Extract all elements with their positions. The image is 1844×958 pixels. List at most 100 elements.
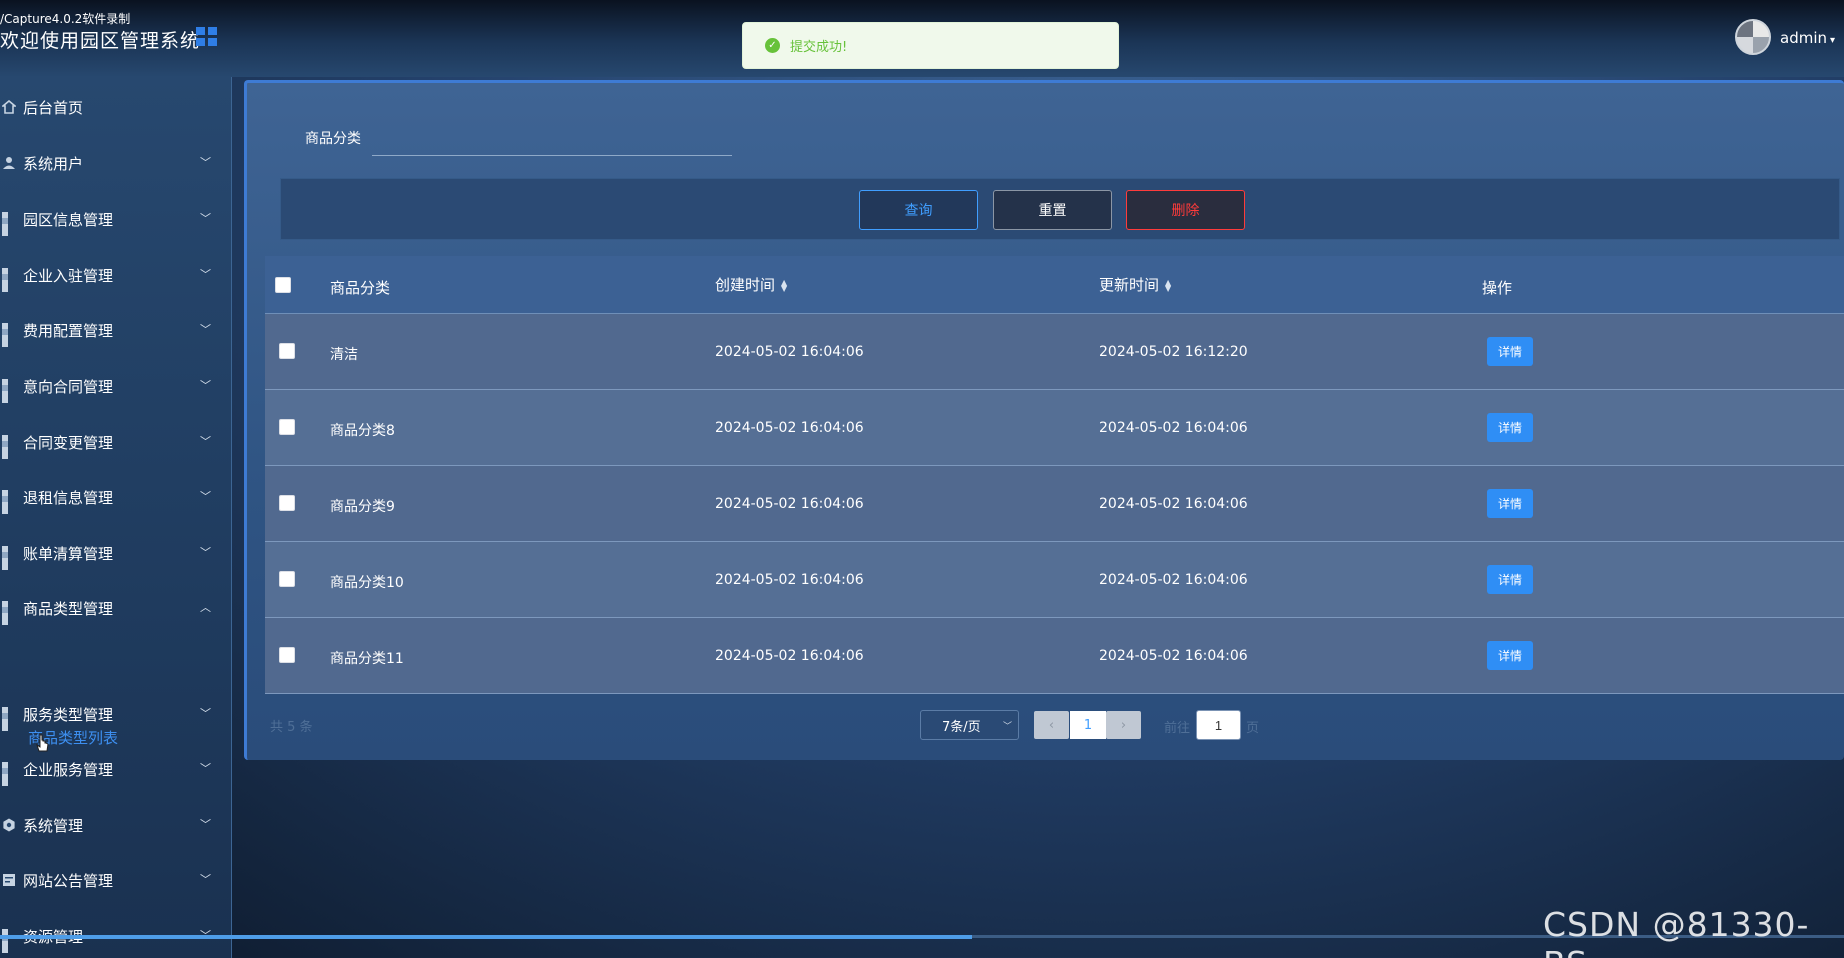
horizontal-scrollbar-thumb[interactable] <box>0 935 972 939</box>
grid-icon <box>2 601 16 625</box>
prev-page-button[interactable]: ‹ <box>1034 711 1069 739</box>
chevron-down-icon: ﹀ <box>200 873 211 886</box>
header-updated-time[interactable]: 更新时间 ▲ ▼ <box>1099 274 1171 295</box>
query-button[interactable]: 查询 <box>859 190 978 230</box>
sidebar-item-label: 费用配置管理 <box>23 321 114 340</box>
chevron-down-icon: ﹀ <box>200 156 211 169</box>
row-checkbox[interactable] <box>279 495 295 511</box>
sidebar: 后台首页 系统用户 ﹀ 园区信息管理 ﹀ 企业入驻管理 ﹀ 费用配置管理 ﹀ 意… <box>0 77 232 958</box>
chevron-down-icon: ﹀ <box>200 435 211 448</box>
grid-icon <box>2 379 16 403</box>
chevron-down-icon: ▾ <box>1830 35 1836 46</box>
sidebar-item-label: 系统管理 <box>23 816 84 835</box>
chevron-right-icon: › <box>1120 717 1127 733</box>
row-checkbox[interactable] <box>279 571 295 587</box>
sort-icon[interactable]: ▲ ▼ <box>781 278 787 292</box>
header-created-time[interactable]: 创建时间 ▲ ▼ <box>715 274 787 295</box>
avatar[interactable] <box>1735 19 1771 55</box>
detail-button[interactable]: 详情 <box>1487 641 1533 670</box>
sidebar-item-system-management[interactable]: 系统管理 ﹀ <box>0 805 231 845</box>
cell-updated-time: 2024-05-02 16:04:06 <box>1099 496 1248 512</box>
detail-button[interactable]: 详情 <box>1487 337 1533 366</box>
cell-created-time: 2024-05-02 16:04:06 <box>715 344 864 360</box>
user-icon <box>3 157 15 169</box>
sidebar-item-contract-change[interactable]: 合同变更管理 ﹀ <box>0 422 231 462</box>
gear-icon <box>3 818 15 832</box>
grid-icon <box>2 707 16 731</box>
sidebar-item-intent-contract[interactable]: 意向合同管理 ﹀ <box>0 366 231 406</box>
goto-page-input[interactable] <box>1196 710 1241 740</box>
sidebar-item-label: 园区信息管理 <box>23 210 114 229</box>
chevron-up-icon: ︿ <box>200 601 211 614</box>
sidebar-item-enterprise-entry[interactable]: 企业入驻管理 ﹀ <box>0 255 231 295</box>
table-row: 商品分类10 2024-05-02 16:04:06 2024-05-02 16… <box>265 542 1844 618</box>
header-updated-label: 更新时间 <box>1099 276 1160 294</box>
chevron-down-icon: ﹀ <box>200 490 211 503</box>
sidebar-item-park-info[interactable]: 园区信息管理 ﹀ <box>0 199 231 239</box>
table-row: 商品分类11 2024-05-02 16:04:06 2024-05-02 16… <box>265 618 1844 694</box>
goto-label: 前往 <box>1164 721 1191 736</box>
user-name-label: admin <box>1780 29 1827 47</box>
table-header: 商品分类 创建时间 ▲ ▼ 更新时间 ▲ ▼ 操作 <box>265 256 1844 314</box>
chevron-down-icon: ﹀ <box>200 268 211 281</box>
sidebar-item-label: 企业入驻管理 <box>23 266 114 285</box>
check-circle-icon: ✓ <box>765 38 780 53</box>
sidebar-item-goods-type[interactable]: 商品类型管理 ︿ <box>0 588 231 628</box>
sidebar-item-label: 网站公告管理 <box>23 871 114 890</box>
category-search-input[interactable] <box>372 118 732 156</box>
chevron-down-icon: ﹀ <box>200 546 211 559</box>
cell-created-time: 2024-05-02 16:04:06 <box>715 648 864 664</box>
page-size-value: 7条/页 <box>942 719 981 735</box>
pagination-total: 共 5 条 <box>270 720 313 735</box>
detail-button[interactable]: 详情 <box>1487 565 1533 594</box>
sidebar-item-system-users[interactable]: 系统用户 ﹀ <box>0 143 231 183</box>
chevron-down-icon: ﹀ <box>200 818 211 831</box>
sidebar-item-label: 后台首页 <box>23 98 84 117</box>
cell-created-time: 2024-05-02 16:04:06 <box>715 496 864 512</box>
category-table: 商品分类 创建时间 ▲ ▼ 更新时间 ▲ ▼ 操作 清洁 2024-05-02 16:0… <box>265 256 1844 694</box>
page-unit-label: 页 <box>1246 721 1260 736</box>
chevron-down-icon: ﹀ <box>200 212 211 225</box>
row-checkbox-cell <box>279 419 295 439</box>
grid-icon <box>2 762 16 786</box>
cell-created-time: 2024-05-02 16:04:06 <box>715 420 864 436</box>
detail-button[interactable]: 详情 <box>1487 489 1533 518</box>
row-checkbox[interactable] <box>279 647 295 663</box>
grid-icon <box>2 490 16 514</box>
select-all-checkbox[interactable] <box>275 277 291 293</box>
chevron-down-icon: ﹀ <box>200 379 211 392</box>
notice-icon <box>3 874 15 886</box>
current-page-button[interactable]: 1 <box>1070 711 1106 739</box>
chevron-down-icon: ﹀ <box>200 707 211 720</box>
grid-icon <box>2 435 16 459</box>
header-created-label: 创建时间 <box>715 276 776 294</box>
delete-button[interactable]: 删除 <box>1126 190 1245 230</box>
row-checkbox[interactable] <box>279 343 295 359</box>
sidebar-item-label: 系统用户 <box>23 154 84 173</box>
table-row: 清洁 2024-05-02 16:04:06 2024-05-02 16:12:… <box>265 314 1844 390</box>
sidebar-item-enterprise-service[interactable]: 企业服务管理 ﹀ <box>0 749 231 789</box>
next-page-button[interactable]: › <box>1106 711 1141 739</box>
sidebar-item-bill-settlement[interactable]: 账单清算管理 ﹀ <box>0 533 231 573</box>
home-icon <box>2 100 16 114</box>
sidebar-item-home[interactable]: 后台首页 <box>0 87 231 127</box>
user-menu[interactable]: admin ▾ <box>1780 29 1835 47</box>
sidebar-item-site-notice[interactable]: 网站公告管理 ﹀ <box>0 860 231 900</box>
sidebar-item-label: 商品类型管理 <box>23 599 114 618</box>
detail-button[interactable]: 详情 <box>1487 413 1533 442</box>
cell-updated-time: 2024-05-02 16:04:06 <box>1099 572 1248 588</box>
sidebar-item-lease-exit[interactable]: 退租信息管理 ﹀ <box>0 477 231 517</box>
cell-category: 商品分类10 <box>330 575 404 591</box>
page-size-select[interactable]: 7条/页 ﹀ <box>920 710 1019 740</box>
sort-icon[interactable]: ▲ ▼ <box>1165 278 1171 292</box>
row-checkbox[interactable] <box>279 419 295 435</box>
table-row: 商品分类9 2024-05-02 16:04:06 2024-05-02 16:… <box>265 466 1844 542</box>
cell-created-time: 2024-05-02 16:04:06 <box>715 572 864 588</box>
row-checkbox-cell <box>279 571 295 591</box>
sidebar-item-service-type[interactable]: 服务类型管理 ﹀ <box>0 694 231 734</box>
menu-toggle-icon[interactable] <box>196 27 218 47</box>
cell-category: 清洁 <box>330 347 358 363</box>
sidebar-item-fee-config[interactable]: 费用配置管理 ﹀ <box>0 310 231 350</box>
reset-button[interactable]: 重置 <box>993 190 1112 230</box>
grid-icon <box>2 268 16 292</box>
